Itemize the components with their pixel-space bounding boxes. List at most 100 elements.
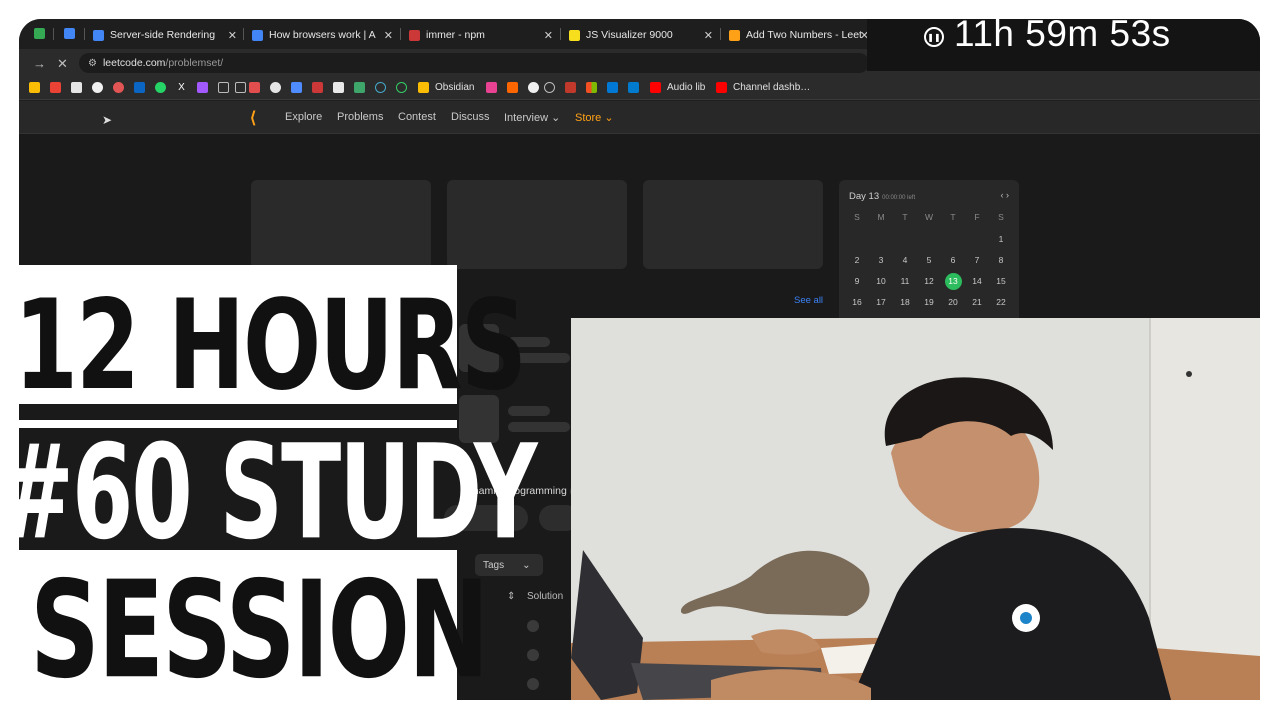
whatsapp-icon[interactable]: [155, 82, 166, 93]
stop-loading-icon[interactable]: ✕: [57, 56, 68, 72]
tab-server-side-rendering[interactable]: Server-side Rendering ✕: [93, 25, 237, 45]
nav-problems[interactable]: Problems: [337, 111, 383, 123]
calendar-day-cell[interactable]: 7: [965, 255, 989, 265]
notion-icon[interactable]: [71, 82, 82, 93]
solution-icon[interactable]: [527, 678, 539, 690]
calendar-day-cell-today[interactable]: 13: [941, 273, 965, 290]
tab-add-two-numbers[interactable]: Add Two Numbers - Leet ✕: [729, 25, 869, 45]
calendar-day-cell[interactable]: 1: [989, 234, 1013, 244]
drive-icon[interactable]: [418, 82, 429, 93]
nav-discuss[interactable]: Discuss: [451, 111, 490, 123]
youtube-icon[interactable]: [716, 82, 727, 93]
close-icon[interactable]: ✕: [544, 29, 553, 42]
calendar-day-cell[interactable]: [917, 234, 941, 244]
forward-icon[interactable]: →: [33, 56, 46, 71]
close-icon[interactable]: ✕: [228, 29, 237, 42]
chevron-left-icon[interactable]: ‹: [1000, 190, 1003, 200]
tab-how-browsers-work[interactable]: How browsers work | A ✕: [252, 25, 393, 45]
calendar-day-cell[interactable]: 22: [989, 297, 1013, 307]
microsoft-icon[interactable]: [586, 82, 597, 93]
solution-icon[interactable]: [527, 649, 539, 661]
close-icon[interactable]: ✕: [704, 29, 713, 42]
calendar-day-cell[interactable]: 3: [869, 255, 893, 265]
calendar-day-cell[interactable]: 17: [869, 297, 893, 307]
youtube-icon[interactable]: [650, 82, 661, 93]
nav-interview[interactable]: Interview ⌄: [504, 111, 560, 124]
calendar-day-cell[interactable]: [965, 234, 989, 244]
openai-icon[interactable]: [270, 82, 281, 93]
bookmark-audio-lib[interactable]: Audio lib: [667, 82, 705, 93]
calendar-day-cell[interactable]: 20: [941, 297, 965, 307]
site-info-icon[interactable]: ⚙: [88, 58, 97, 69]
alarm-icon[interactable]: [396, 82, 407, 93]
calendar-day-cell[interactable]: 12: [917, 276, 941, 290]
github-icon[interactable]: [528, 82, 539, 93]
calendar-day-cell[interactable]: 8: [989, 255, 1013, 265]
calendar-day-cell[interactable]: 6: [941, 255, 965, 265]
calendar-day-cell[interactable]: 11: [893, 276, 917, 290]
tab-label: immer - npm: [426, 29, 485, 41]
search-icon[interactable]: [544, 82, 555, 93]
calendar-day-cell[interactable]: 4: [893, 255, 917, 265]
calendar-day-cell[interactable]: 9: [845, 276, 869, 290]
chevron-right-icon[interactable]: ›: [1006, 190, 1009, 200]
calendar-day-cell[interactable]: [941, 234, 965, 244]
sparkle-icon[interactable]: [291, 82, 302, 93]
solution-column-header: Solution: [527, 591, 564, 602]
sort-icon[interactable]: ⇕: [507, 591, 515, 602]
calendar-day-cell[interactable]: 19: [917, 297, 941, 307]
github-icon[interactable]: [92, 82, 103, 93]
tab-label: Server-side Rendering: [110, 29, 216, 41]
tab-immer-npm[interactable]: immer - npm ✕: [409, 25, 553, 45]
bookmark-icon[interactable]: [29, 82, 40, 93]
nav-store[interactable]: Store ⌄: [575, 111, 614, 124]
leetcode-logo-icon[interactable]: ⟨: [250, 108, 256, 128]
bookmark-icon[interactable]: [113, 82, 124, 93]
hackernews-icon[interactable]: [507, 82, 518, 93]
study-plan-card[interactable]: [447, 180, 627, 269]
tab-js-visualizer[interactable]: JS Visualizer 9000 ✕: [569, 25, 713, 45]
vscode-icon[interactable]: [628, 82, 639, 93]
bookmark-icon[interactable]: [249, 82, 260, 93]
bookmark-channel-dashboard[interactable]: Channel dashb…: [733, 82, 810, 93]
calendar-day-cell[interactable]: 2: [845, 255, 869, 265]
app-icon[interactable]: [64, 28, 75, 39]
bookmark-obsidian[interactable]: Obsidian: [435, 82, 474, 93]
study-plan-card[interactable]: [643, 180, 823, 269]
study-plan-card[interactable]: [251, 180, 431, 269]
nav-contest[interactable]: Contest: [398, 111, 436, 123]
calendar-day-cell[interactable]: 21: [965, 297, 989, 307]
solution-icon[interactable]: [527, 620, 539, 632]
bookmark-icon[interactable]: [354, 82, 365, 93]
figma-icon[interactable]: [197, 82, 208, 93]
pause-icon[interactable]: ❚❚: [924, 27, 944, 47]
weekday: W: [924, 212, 934, 222]
bookmark-icon[interactable]: [565, 82, 576, 93]
close-icon[interactable]: ✕: [384, 29, 393, 42]
bookmark-icon[interactable]: [486, 82, 497, 93]
monitor-icon[interactable]: [235, 82, 246, 93]
linkedin-icon[interactable]: [134, 82, 145, 93]
calendar-nav[interactable]: ‹ ›: [1000, 190, 1009, 200]
nav-explore[interactable]: Explore: [285, 111, 322, 123]
gmail-icon[interactable]: [50, 82, 61, 93]
see-all-link[interactable]: See all: [794, 295, 823, 306]
calendar-day-cell[interactable]: 16: [845, 297, 869, 307]
calendar-day-cell[interactable]: 15: [989, 276, 1013, 290]
calendar-day-cell[interactable]: 18: [893, 297, 917, 307]
calendar-day-cell[interactable]: [845, 234, 869, 244]
calendar-day-cell[interactable]: 10: [869, 276, 893, 290]
outlook-icon[interactable]: [607, 82, 618, 93]
shirt-logo-eye: [1020, 612, 1032, 624]
calendar-day-cell[interactable]: [869, 234, 893, 244]
folder-icon[interactable]: [218, 82, 229, 93]
dev-icon[interactable]: [333, 82, 344, 93]
calendar-day-cell[interactable]: 14: [965, 276, 989, 290]
sheets-icon[interactable]: [34, 28, 45, 39]
npm-icon[interactable]: [312, 82, 323, 93]
url-input[interactable]: ⚙ leetcode.com/problemset/: [79, 53, 869, 73]
calendar-day-cell[interactable]: 5: [917, 255, 941, 265]
x-icon[interactable]: X: [176, 82, 187, 93]
alarm-icon[interactable]: [375, 82, 386, 93]
calendar-day-cell[interactable]: [893, 234, 917, 244]
